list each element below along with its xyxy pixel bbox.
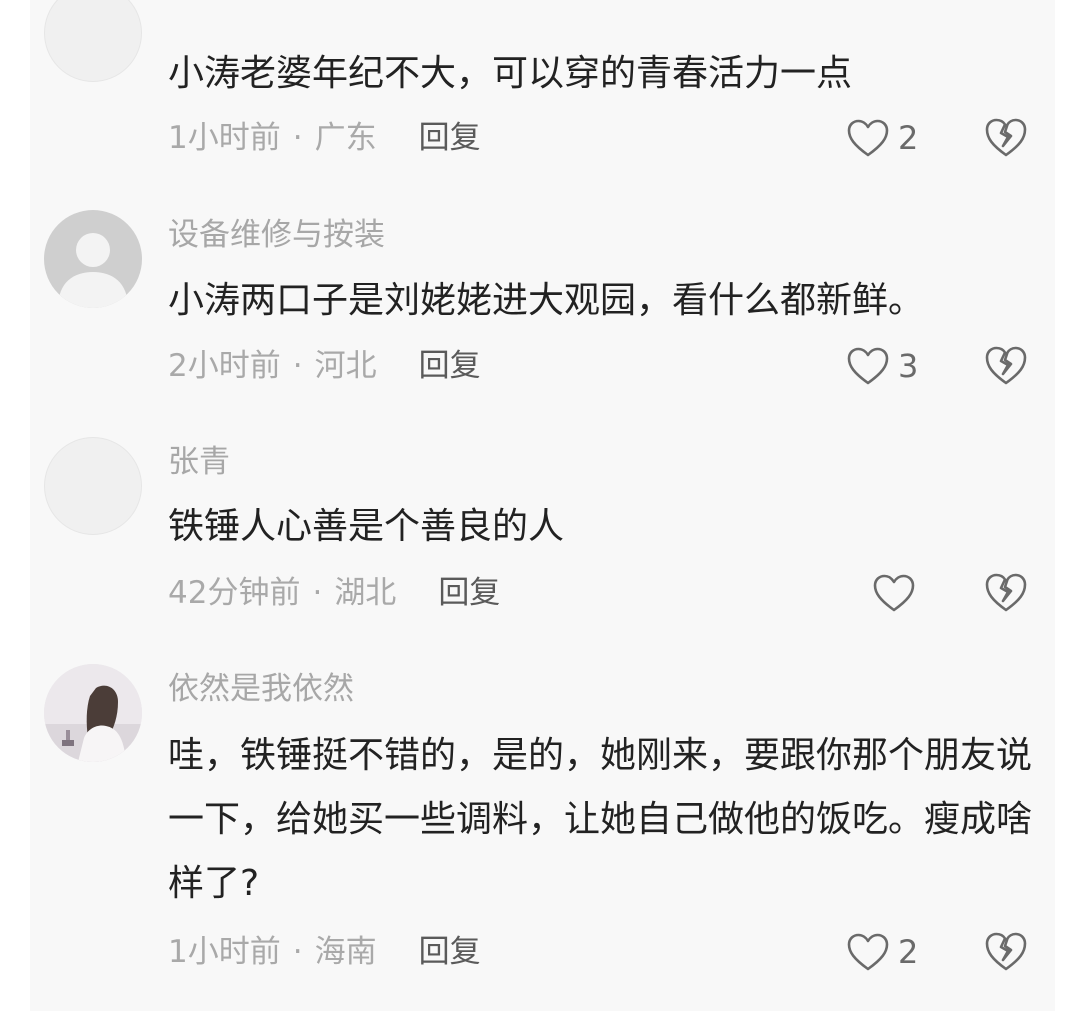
user-avatar[interactable] xyxy=(44,664,142,762)
like-button[interactable] xyxy=(872,571,924,615)
comment-meta: 1小时前 · 广东 回复 xyxy=(168,118,481,158)
comment-text: 铁锤人心善是个善良的人 xyxy=(168,506,565,547)
comment-time: 1小时前 xyxy=(168,120,281,156)
like-button[interactable]: 2 xyxy=(846,930,918,974)
comment-text: 哇，铁锤挺不错的，是的，她刚来，要跟你那个朋友说一下，给她买一些调料，让她自己做… xyxy=(168,735,1033,904)
comment-location: 海南 xyxy=(314,934,377,970)
user-avatar[interactable] xyxy=(44,437,142,535)
reply-button[interactable]: 回复 xyxy=(438,575,500,611)
dislike-button[interactable] xyxy=(984,344,1028,388)
username[interactable]: 依然是我依然 xyxy=(168,669,354,709)
broken-heart-icon xyxy=(985,346,1027,385)
like-count: 2 xyxy=(898,933,919,971)
comment-time: 1小时前 xyxy=(168,934,281,970)
like-count: 2 xyxy=(898,119,919,157)
like-button[interactable]: 2 xyxy=(846,116,918,160)
photo-avatar-icon xyxy=(44,664,142,762)
meta-separator: · xyxy=(312,575,323,611)
comment-location: 广东 xyxy=(314,120,377,156)
reply-button[interactable]: 回复 xyxy=(419,348,481,384)
broken-heart-icon xyxy=(985,932,1027,971)
comment-location: 湖北 xyxy=(334,575,397,611)
heart-outline-icon xyxy=(873,574,915,612)
meta-separator: · xyxy=(292,934,303,970)
meta-separator: · xyxy=(292,348,303,384)
comment-time: 2小时前 xyxy=(168,348,281,384)
comment-time: 42分钟前 xyxy=(168,575,301,611)
comment-location: 河北 xyxy=(314,348,377,384)
like-button[interactable]: 3 xyxy=(846,344,918,388)
heart-outline-icon xyxy=(847,347,889,385)
comment-meta: 1小时前 · 海南 回复 xyxy=(168,932,481,972)
reply-button[interactable]: 回复 xyxy=(419,934,481,970)
broken-heart-icon xyxy=(985,118,1027,157)
broken-heart-icon xyxy=(985,573,1027,612)
reply-button[interactable]: 回复 xyxy=(419,120,481,156)
default-avatar-icon xyxy=(58,233,128,308)
like-count: 3 xyxy=(898,347,919,385)
dislike-button[interactable] xyxy=(984,116,1028,160)
user-avatar[interactable] xyxy=(44,210,142,308)
comment-meta: 2小时前 · 河北 回复 xyxy=(168,346,481,386)
comment-text: 小涛老婆年纪不大，可以穿的青春活力一点 xyxy=(168,53,853,94)
dislike-button[interactable] xyxy=(984,571,1028,615)
username[interactable]: 张青 xyxy=(168,442,230,482)
meta-separator: · xyxy=(292,120,303,156)
heart-outline-icon xyxy=(847,119,889,157)
comment-text: 小涛两口子是刘姥姥进大观园，看什么都新鲜。 xyxy=(168,280,925,321)
heart-outline-icon xyxy=(847,933,889,971)
dislike-button[interactable] xyxy=(984,930,1028,974)
username[interactable]: 设备维修与按装 xyxy=(168,215,385,255)
comment-meta: 42分钟前 · 湖北 回复 xyxy=(168,573,500,613)
